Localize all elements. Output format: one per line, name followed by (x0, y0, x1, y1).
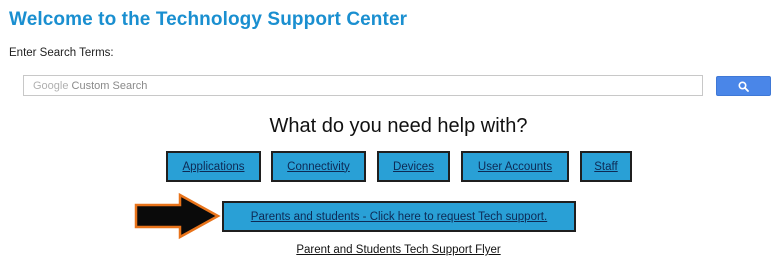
arrow-right-icon (134, 192, 221, 240)
custom-search-text: Custom Search (71, 79, 148, 92)
applications-label: Applications (182, 160, 245, 173)
tech-support-flyer-link[interactable]: Parent and Students Tech Support Flyer (0, 244, 771, 256)
search-button[interactable] (716, 76, 771, 96)
support-center-page: Welcome to the Technology Support Center… (0, 0, 771, 265)
search-input[interactable]: Google Custom Search (23, 75, 703, 96)
request-tech-support-button[interactable]: Parents and students - Click here to req… (222, 201, 576, 232)
search-icon (738, 80, 749, 92)
staff-label: Staff (594, 160, 618, 173)
devices-button[interactable]: Devices (377, 151, 450, 182)
page-title: Welcome to the Technology Support Center (9, 9, 408, 30)
search-placeholder: Google Custom Search (33, 80, 147, 92)
google-brand-text: Google (33, 79, 69, 92)
user-accounts-label: User Accounts (477, 160, 553, 173)
connectivity-label: Connectivity (287, 160, 350, 173)
staff-button[interactable]: Staff (580, 151, 632, 182)
help-heading: What do you need help with? (269, 115, 528, 137)
user-accounts-button[interactable]: User Accounts (461, 151, 569, 182)
devices-label: Devices (393, 160, 434, 173)
connectivity-button[interactable]: Connectivity (271, 151, 366, 182)
request-tech-support-label: Parents and students - Click here to req… (250, 210, 548, 223)
applications-button[interactable]: Applications (166, 151, 261, 182)
search-label: Enter Search Terms: (9, 47, 114, 59)
